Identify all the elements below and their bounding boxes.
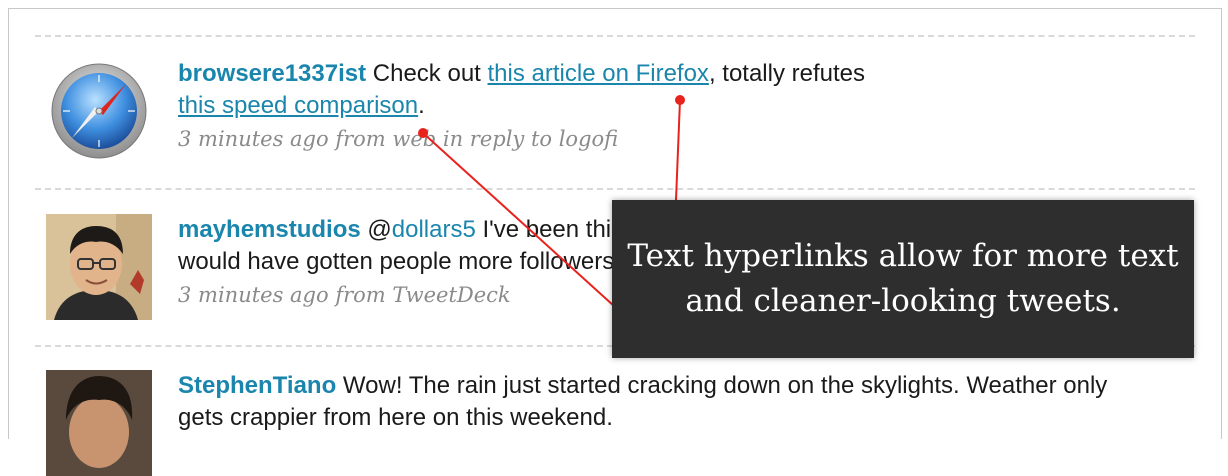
tweet-text-segment: . [418, 92, 425, 119]
tweet-text-segment: , totally refutes [708, 60, 866, 87]
tweet-meta[interactable]: 3 minutes ago from web in reply to logof… [178, 124, 1138, 154]
tweet-text-segment: @ [360, 216, 392, 243]
tweet-item: browsere1337ist Check out this article o… [46, 58, 1206, 178]
mention-link[interactable]: dollars5 [392, 216, 476, 243]
safari-compass-icon[interactable] [46, 58, 152, 164]
username-link[interactable]: mayhemstudios [178, 216, 361, 243]
username-link[interactable]: browsere1337ist [178, 60, 366, 87]
callout-text: Text hyperlinks allow for more text and … [627, 238, 1179, 319]
user-avatar[interactable] [46, 370, 152, 476]
divider [35, 188, 1195, 190]
user-avatar[interactable] [46, 214, 152, 320]
article-link[interactable]: this article on Firefox [488, 60, 709, 87]
annotation-callout: Text hyperlinks allow for more text and … [612, 200, 1194, 358]
tweet-text: StephenTiano Wow! The rain just started … [178, 370, 1138, 434]
tweet-item: StephenTiano Wow! The rain just started … [46, 370, 1206, 476]
comparison-link[interactable]: this speed comparison [178, 92, 418, 119]
divider [35, 35, 1195, 37]
username-link[interactable]: StephenTiano [178, 372, 336, 399]
tweet-text-segment: Check out [366, 60, 488, 87]
tweet-text: browsere1337ist Check out this article o… [178, 58, 1138, 122]
